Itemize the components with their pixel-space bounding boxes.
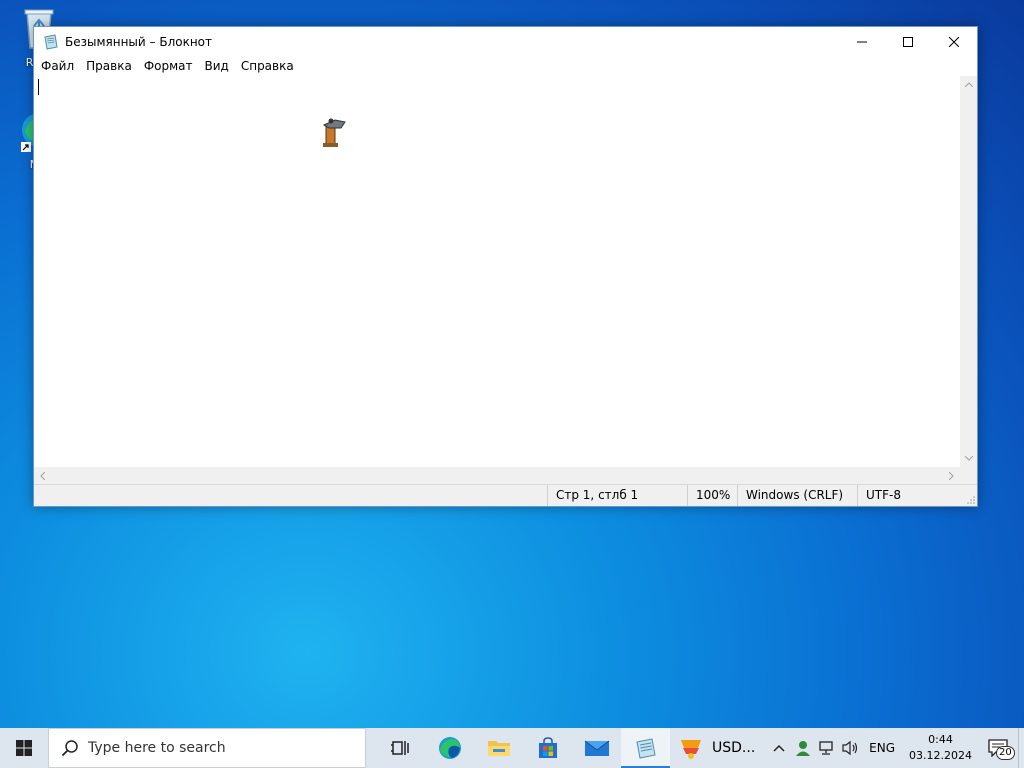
windows-logo-icon xyxy=(16,740,32,756)
mail-icon xyxy=(584,740,609,756)
notepad-taskbar-icon xyxy=(635,738,656,759)
minimize-icon xyxy=(857,41,867,42)
status-bar: Стр 1, стлб 1 100% Windows (CRLF) UTF-8 xyxy=(34,484,977,506)
task-view-button[interactable] xyxy=(376,728,425,768)
menu-edit[interactable]: Правка xyxy=(81,59,139,73)
text-caret xyxy=(38,79,39,95)
clock-time: 0:44 xyxy=(928,733,953,746)
speaker-icon xyxy=(842,740,858,756)
taskbar-search-box[interactable]: Type here to search xyxy=(48,728,366,768)
usd-app-label: USD... xyxy=(712,740,756,756)
maximize-button[interactable] xyxy=(885,27,931,56)
menu-help[interactable]: Справка xyxy=(236,59,301,73)
text-editor[interactable] xyxy=(34,76,960,467)
store-icon xyxy=(538,737,557,758)
user-status-icon xyxy=(796,741,811,756)
vertical-scrollbar[interactable] xyxy=(960,76,977,467)
status-encoding: UTF-8 xyxy=(857,485,937,506)
tray-network-button[interactable] xyxy=(815,728,839,768)
network-icon xyxy=(819,741,833,755)
status-position: Стр 1, стлб 1 xyxy=(547,485,687,506)
scroll-down-icon[interactable] xyxy=(960,450,977,467)
menu-view[interactable]: Вид xyxy=(200,59,236,73)
status-zoom: 100% xyxy=(687,485,737,506)
task-view-icon xyxy=(390,741,409,755)
taskbar-notepad[interactable] xyxy=(621,728,670,768)
horizontal-scrollbar[interactable] xyxy=(34,467,960,484)
window-title: Безымянный – Блокнот xyxy=(65,34,213,49)
input-language[interactable]: ENG xyxy=(863,741,903,755)
tray-user-button[interactable] xyxy=(791,728,815,768)
status-line-ending: Windows (CRLF) xyxy=(737,485,857,506)
clock-date: 03.12.2024 xyxy=(909,749,972,762)
scroll-corner xyxy=(960,467,977,484)
title-bar[interactable]: Безымянный – Блокнот xyxy=(34,27,977,56)
minimize-button[interactable] xyxy=(839,27,885,56)
system-tray: ENG 0:44 03.12.2024 20 xyxy=(767,728,1024,768)
maximize-icon xyxy=(903,36,913,47)
menu-format[interactable]: Формат xyxy=(139,59,200,73)
scroll-left-icon[interactable] xyxy=(34,467,51,484)
file-explorer-icon xyxy=(487,741,510,756)
close-icon xyxy=(949,36,959,47)
menu-bar: Файл Правка Формат Вид Справка xyxy=(34,56,977,76)
taskbar-mail[interactable] xyxy=(572,728,621,768)
animated-cursor-icon xyxy=(319,116,347,151)
tray-volume-button[interactable] xyxy=(839,728,863,768)
taskbar-file-explorer[interactable] xyxy=(474,728,523,768)
search-placeholder: Type here to search xyxy=(88,740,226,756)
notepad-icon xyxy=(43,33,59,50)
usd-app-icon xyxy=(681,740,701,759)
taskbar-usd-app[interactable]: USD... xyxy=(670,728,765,768)
taskbar-clock[interactable]: 0:44 03.12.2024 xyxy=(903,732,978,764)
resize-grip-icon[interactable] xyxy=(967,496,975,504)
taskbar-edge[interactable] xyxy=(425,728,474,768)
scroll-up-icon[interactable] xyxy=(960,76,977,93)
start-button[interactable] xyxy=(0,728,48,768)
close-button[interactable] xyxy=(931,27,977,56)
scroll-right-icon[interactable] xyxy=(943,467,960,484)
taskbar-store[interactable] xyxy=(523,728,572,768)
edge-icon xyxy=(438,737,461,759)
show-hidden-icons-button[interactable] xyxy=(767,728,791,768)
show-desktop-button[interactable] xyxy=(1018,728,1024,768)
notification-count-badge: 20 xyxy=(996,746,1015,760)
menu-file[interactable]: Файл xyxy=(36,59,81,73)
notepad-window: Безымянный – Блокнот Файл Правка Формат … xyxy=(33,26,978,507)
action-center-button[interactable]: 20 xyxy=(978,728,1018,768)
search-icon xyxy=(61,739,79,757)
taskbar: Type here to search USD... ENG 0:44 03.1… xyxy=(0,728,1024,768)
chevron-up-icon xyxy=(773,744,785,752)
